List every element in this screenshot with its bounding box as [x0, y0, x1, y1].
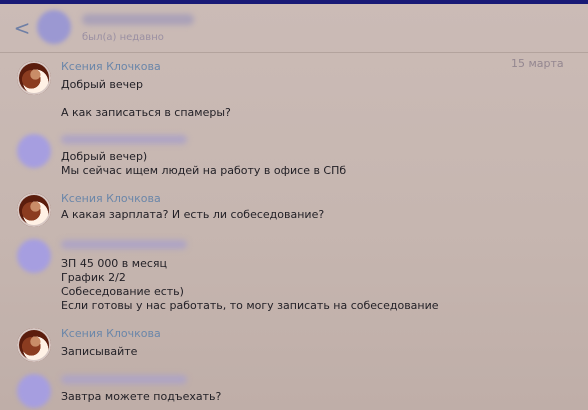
- contact-status: был(а) недавно: [82, 32, 164, 43]
- user-avatar-icon[interactable]: [17, 61, 51, 95]
- blurred-sender-name[interactable]: [61, 135, 187, 144]
- message-line: А какая зарплата? И есть ли собеседовани…: [61, 208, 325, 221]
- blurred-sender-name[interactable]: [61, 240, 187, 249]
- chevron-left-icon: <: [13, 16, 31, 40]
- date-label: 15 марта: [511, 57, 564, 70]
- message-line: Записывайте: [61, 345, 138, 358]
- message-line: А как записаться в спамеры?: [61, 106, 231, 119]
- message-line: Собеседование есть): [61, 285, 184, 298]
- blurred-sender-name[interactable]: [61, 375, 187, 384]
- blurred-contact-name[interactable]: [82, 14, 194, 25]
- message-line: Завтра можете подъехать?: [61, 390, 222, 403]
- blurred-avatar-icon[interactable]: [17, 239, 51, 273]
- back-button[interactable]: <: [12, 16, 32, 40]
- message-line: Добрый вечер: [61, 78, 143, 91]
- message-line: Если готовы у нас работать, то могу запи…: [61, 299, 439, 312]
- sender-name[interactable]: Ксения Клочкова: [61, 327, 161, 341]
- chat-header: < был(а) недавно: [0, 4, 588, 53]
- user-avatar-icon[interactable]: [17, 193, 51, 227]
- message-line: Мы сейчас ищем людей на работу в офисе в…: [61, 164, 347, 177]
- chat-screen: < был(а) недавно 15 марта Ксения Клочков…: [0, 0, 588, 410]
- message-line: Добрый вечер): [61, 150, 148, 163]
- blurred-avatar-icon[interactable]: [17, 134, 51, 168]
- sender-name[interactable]: Ксения Клочкова: [61, 192, 161, 206]
- blurred-avatar-icon[interactable]: [17, 374, 51, 408]
- blurred-avatar[interactable]: [37, 10, 71, 44]
- message-line: График 2/2: [61, 271, 126, 284]
- user-avatar-icon[interactable]: [17, 328, 51, 362]
- message-line: ЗП 45 000 в месяц: [61, 257, 168, 270]
- sender-name[interactable]: Ксения Клочкова: [61, 60, 161, 74]
